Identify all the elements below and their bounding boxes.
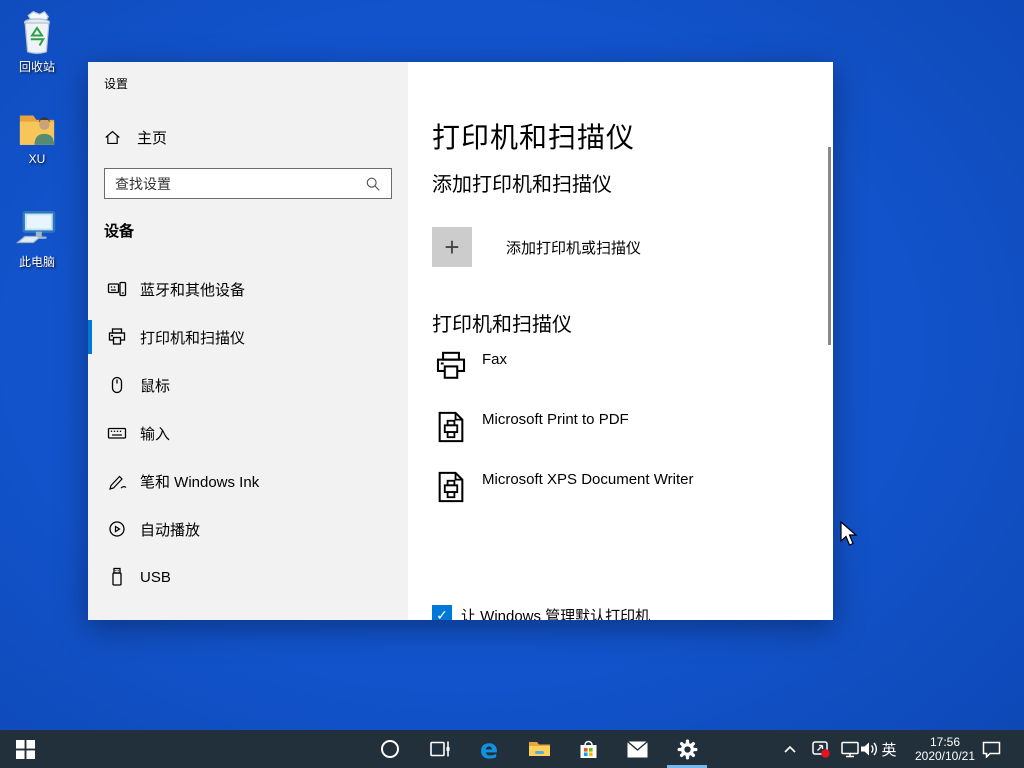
search-input[interactable] [105,176,365,192]
settings-gear-icon [677,739,698,760]
printer-row-print-to-pdf[interactable]: Microsoft Print to PDF [432,410,812,454]
sidebar-item-mouse[interactable]: 鼠标 [88,361,408,409]
sidebar-home-label: 主页 [137,127,167,148]
file-explorer-icon [528,739,551,759]
print-to-file-icon [434,410,468,444]
mail-button[interactable] [618,730,656,768]
desktop-icon-label: 此电脑 [0,253,74,270]
default-printer-checkbox-row[interactable]: ✓ 让 Windows 管理默认打印机 [432,603,812,620]
tray-language-indicator[interactable]: 英 [876,730,902,768]
vertical-scrollbar[interactable] [828,147,831,345]
printer-row-fax[interactable]: Fax [432,350,812,394]
sidebar-item-label: 鼠标 [140,375,170,396]
fax-printer-icon [434,350,468,384]
settings-search-box[interactable] [104,168,392,199]
desktop-icon-recycle-bin[interactable]: 回收站 [0,10,74,75]
sidebar-item-home[interactable]: 主页 [96,120,396,154]
sidebar-item-pen-windows-ink[interactable]: 笔和 Windows Ink [88,457,408,505]
tray-security-notification[interactable] [806,730,836,768]
desktop-icon-label: 回收站 [0,58,74,75]
security-notification-icon [811,739,832,760]
desktop-icon-user-folder[interactable]: XU [0,108,74,166]
settings-taskbar-button[interactable] [668,730,706,768]
sidebar-item-label: 输入 [140,423,170,444]
keyboard-icon [107,423,127,443]
mouse-icon [107,375,127,395]
tray-show-hidden-icons[interactable] [776,730,804,768]
mouse-cursor [840,521,858,548]
page-title: 打印机和扫描仪 [432,116,635,156]
windows-logo-icon [16,740,35,759]
search-circle-icon [380,739,400,759]
action-center-button[interactable] [975,730,1007,768]
sidebar-item-label: 自动播放 [140,519,200,540]
search-icon [365,176,381,192]
add-printer-button[interactable]: + 添加打印机或扫描仪 [432,227,812,267]
edge-button[interactable]: e [470,730,508,768]
settings-content: 打印机和扫描仪 添加打印机和扫描仪 + 添加打印机或扫描仪 打印机和扫描仪 Fa… [408,62,833,620]
chevron-up-icon [783,744,797,754]
printer-row-xps-writer[interactable]: Microsoft XPS Document Writer [432,470,812,514]
sidebar-item-printers-scanners[interactable]: 打印机和扫描仪 [88,313,408,361]
task-view-icon [429,739,451,759]
user-folder-icon [15,108,59,150]
action-center-icon [982,741,1001,758]
taskbar-search-button[interactable] [371,730,409,768]
autoplay-icon [107,519,127,539]
sidebar-item-label: USB [140,569,171,586]
settings-sidebar: 设置 主页 设备 [88,62,408,620]
pen-icon [107,471,127,491]
window-title: 设置 [104,75,128,92]
default-printer-checkbox-label: 让 Windows 管理默认打印机 [461,605,650,621]
plus-icon: + [432,227,472,267]
add-section-title: 添加打印机和扫描仪 [432,168,612,197]
desktop-icon-label: XU [0,152,74,166]
devices-section-title: 打印机和扫描仪 [432,308,572,337]
printer-name: Microsoft XPS Document Writer [482,471,693,488]
sidebar-item-bluetooth-devices[interactable]: 蓝牙和其他设备 [88,265,408,313]
checkbox-checked[interactable]: ✓ [432,605,452,620]
this-pc-icon [14,205,60,251]
sidebar-item-usb[interactable]: USB [88,553,408,601]
sidebar-item-autoplay[interactable]: 自动播放 [88,505,408,553]
task-view-button[interactable] [421,730,459,768]
print-to-file-icon [434,470,468,504]
printer-icon [107,327,127,347]
bluetooth-devices-icon [107,279,127,299]
printer-name: Fax [482,351,507,368]
taskbar: e [0,730,1024,768]
sidebar-section-label: 设备 [104,220,134,241]
settings-window: 设置 主页 设备 [88,62,833,620]
file-explorer-button[interactable] [520,730,558,768]
mail-icon [627,741,648,758]
store-icon [578,739,599,760]
sidebar-item-typing[interactable]: 输入 [88,409,408,457]
sidebar-nav-list: 蓝牙和其他设备 打印机和扫描仪 鼠标 [88,265,408,601]
sidebar-item-label: 笔和 Windows Ink [140,471,259,492]
desktop-icon-this-pc[interactable]: 此电脑 [0,205,74,270]
add-printer-label: 添加打印机或扫描仪 [506,237,641,258]
start-button[interactable] [6,730,44,768]
language-label: 英 [881,739,896,760]
edge-icon: e [480,736,498,763]
home-icon [104,129,121,146]
printer-name: Microsoft Print to PDF [482,411,629,428]
sidebar-item-label: 蓝牙和其他设备 [140,279,245,300]
sidebar-item-label: 打印机和扫描仪 [140,327,245,348]
recycle-bin-icon [17,10,57,56]
desktop-background: 回收站 XU 此电脑 设置 [0,0,1024,768]
store-button[interactable] [569,730,607,768]
usb-icon [107,567,127,587]
